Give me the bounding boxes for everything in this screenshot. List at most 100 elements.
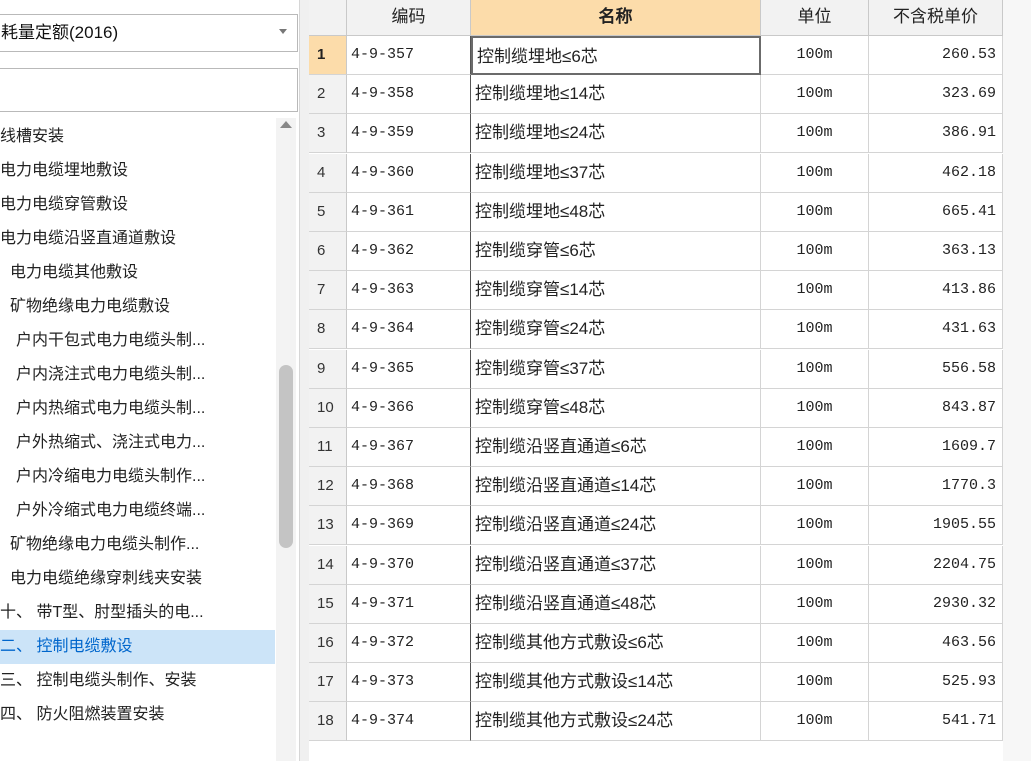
table-row[interactable]: 4 4-9-360 控制缆埋地≤37芯 100m 462.18 — [309, 153, 1031, 193]
cell-price[interactable]: 260.53 — [869, 36, 1003, 75]
table-row[interactable]: 10 4-9-366 控制缆穿管≤48芯 100m 843.87 — [309, 388, 1031, 428]
cell-name[interactable]: 控制缆其他方式敷设≤14芯 — [471, 663, 761, 703]
cell-unit[interactable]: 100m — [761, 349, 869, 389]
tree-item[interactable]: 二、 控制电缆敷设 — [0, 630, 275, 664]
cell-code[interactable]: 4-9-370 — [347, 545, 471, 585]
row-number[interactable]: 11 — [309, 428, 347, 467]
cell-code[interactable]: 4-9-369 — [347, 506, 471, 546]
header-price[interactable]: 不含税单价 — [869, 0, 1003, 36]
tree-item[interactable]: 户内热缩式电力电缆头制... — [0, 392, 275, 426]
table-row[interactable]: 5 4-9-361 控制缆埋地≤48芯 100m 665.41 — [309, 192, 1031, 232]
cell-unit[interactable]: 100m — [761, 36, 869, 75]
cell-code[interactable]: 4-9-367 — [347, 428, 471, 467]
row-number[interactable]: 13 — [309, 506, 347, 546]
cell-unit[interactable]: 100m — [761, 624, 869, 663]
table-row[interactable]: 17 4-9-373 控制缆其他方式敷设≤14芯 100m 525.93 — [309, 663, 1031, 703]
cell-price[interactable]: 1609.7 — [869, 428, 1003, 467]
cell-unit[interactable]: 100m — [761, 702, 869, 742]
header-code[interactable]: 编码 — [347, 0, 471, 36]
table-row[interactable]: 3 4-9-359 控制缆埋地≤24芯 100m 386.91 — [309, 114, 1031, 154]
cell-price[interactable]: 843.87 — [869, 388, 1003, 428]
cell-unit[interactable]: 100m — [761, 467, 869, 507]
cell-unit[interactable]: 100m — [761, 232, 869, 271]
row-number[interactable]: 2 — [309, 75, 347, 115]
tree-item[interactable]: 矿物绝缘电力电缆敷设 — [0, 290, 275, 324]
cell-code[interactable]: 4-9-362 — [347, 232, 471, 271]
scroll-up-arrow-icon[interactable] — [280, 121, 292, 128]
tree-item[interactable]: 三、 控制电缆头制作、安装 — [0, 664, 275, 698]
tree-item[interactable]: 电力电缆穿管敷设 — [0, 188, 275, 222]
row-number[interactable]: 7 — [309, 271, 347, 311]
cell-name[interactable]: 控制缆穿管≤14芯 — [471, 271, 761, 311]
cell-code[interactable]: 4-9-363 — [347, 271, 471, 311]
row-number[interactable]: 15 — [309, 584, 347, 624]
row-number[interactable]: 4 — [309, 153, 347, 193]
tree-item[interactable]: 四、 防火阻燃装置安装 — [0, 698, 275, 732]
cell-name[interactable]: 控制缆埋地≤48芯 — [471, 192, 761, 232]
cell-price[interactable]: 323.69 — [869, 75, 1003, 115]
cell-name[interactable]: 控制缆其他方式敷设≤6芯 — [471, 624, 761, 663]
cell-name[interactable]: 控制缆沿竖直通道≤6芯 — [471, 428, 761, 467]
tree-item[interactable]: 户外冷缩式电力电缆终端... — [0, 494, 275, 528]
tree-item[interactable]: 矿物绝缘电力电缆头制作... — [0, 528, 275, 562]
cell-price[interactable]: 463.56 — [869, 624, 1003, 663]
cell-unit[interactable]: 100m — [761, 114, 869, 154]
row-number[interactable]: 16 — [309, 624, 347, 663]
cell-code[interactable]: 4-9-364 — [347, 310, 471, 350]
cell-price[interactable]: 1905.55 — [869, 506, 1003, 546]
cell-code[interactable]: 4-9-358 — [347, 75, 471, 115]
cell-code[interactable]: 4-9-372 — [347, 624, 471, 663]
search-input[interactable] — [0, 68, 298, 112]
table-row[interactable]: 14 4-9-370 控制缆沿竖直通道≤37芯 100m 2204.75 — [309, 545, 1031, 585]
cell-name[interactable]: 控制缆沿竖直通道≤14芯 — [471, 467, 761, 507]
quota-library-select[interactable]: 耗量定额(2016) — [0, 14, 298, 52]
table-row[interactable]: 15 4-9-371 控制缆沿竖直通道≤48芯 100m 2930.32 — [309, 584, 1031, 624]
table-row[interactable]: 13 4-9-369 控制缆沿竖直通道≤24芯 100m 1905.55 — [309, 506, 1031, 546]
cell-unit[interactable]: 100m — [761, 388, 869, 428]
cell-code[interactable]: 4-9-374 — [347, 702, 471, 742]
cell-name[interactable]: 控制缆穿管≤48芯 — [471, 388, 761, 428]
table-row[interactable]: 16 4-9-372 控制缆其他方式敷设≤6芯 100m 463.56 — [309, 624, 1031, 663]
table-row[interactable]: 8 4-9-364 控制缆穿管≤24芯 100m 431.63 — [309, 310, 1031, 350]
cell-unit[interactable]: 100m — [761, 545, 869, 585]
cell-name[interactable]: 控制缆其他方式敷设≤24芯 — [471, 702, 761, 742]
cell-unit[interactable]: 100m — [761, 663, 869, 703]
tree-item[interactable]: 电力电缆沿竖直通道敷设 — [0, 222, 275, 256]
row-number[interactable]: 3 — [309, 114, 347, 154]
cell-price[interactable]: 2204.75 — [869, 545, 1003, 585]
cell-name[interactable]: 控制缆穿管≤6芯 — [471, 232, 761, 271]
table-row[interactable]: 6 4-9-362 控制缆穿管≤6芯 100m 363.13 — [309, 232, 1031, 271]
cell-code[interactable]: 4-9-373 — [347, 663, 471, 703]
tree-item[interactable]: 电力电缆其他敷设 — [0, 256, 275, 290]
cell-name[interactable]: 控制缆沿竖直通道≤24芯 — [471, 506, 761, 546]
row-number[interactable]: 8 — [309, 310, 347, 350]
row-number[interactable]: 17 — [309, 663, 347, 703]
tree-item[interactable]: 线槽安装 — [0, 120, 275, 154]
tree-item[interactable]: 户内冷缩电力电缆头制作... — [0, 460, 275, 494]
cell-price[interactable]: 665.41 — [869, 192, 1003, 232]
cell-code[interactable]: 4-9-365 — [347, 349, 471, 389]
cell-unit[interactable]: 100m — [761, 310, 869, 350]
cell-price[interactable]: 2930.32 — [869, 584, 1003, 624]
scrollbar-thumb[interactable] — [279, 365, 293, 548]
cell-code[interactable]: 4-9-360 — [347, 153, 471, 193]
cell-name[interactable]: 控制缆穿管≤24芯 — [471, 310, 761, 350]
cell-unit[interactable]: 100m — [761, 153, 869, 193]
cell-price[interactable]: 462.18 — [869, 153, 1003, 193]
cell-code[interactable]: 4-9-366 — [347, 388, 471, 428]
row-number[interactable]: 9 — [309, 349, 347, 389]
tree-item[interactable]: 户外热缩式、浇注式电力... — [0, 426, 275, 460]
cell-name[interactable]: 控制缆埋地≤24芯 — [471, 114, 761, 154]
cell-unit[interactable]: 100m — [761, 192, 869, 232]
cell-code[interactable]: 4-9-359 — [347, 114, 471, 154]
cell-unit[interactable]: 100m — [761, 506, 869, 546]
table-row[interactable]: 9 4-9-365 控制缆穿管≤37芯 100m 556.58 — [309, 349, 1031, 389]
cell-name[interactable]: 控制缆埋地≤37芯 — [471, 153, 761, 193]
header-rownum[interactable] — [309, 0, 347, 36]
cell-price[interactable]: 525.93 — [869, 663, 1003, 703]
table-row[interactable]: 12 4-9-368 控制缆沿竖直通道≤14芯 100m 1770.3 — [309, 467, 1031, 507]
tree-item[interactable]: 户内浇注式电力电缆头制... — [0, 358, 275, 392]
cell-price[interactable]: 363.13 — [869, 232, 1003, 271]
cell-price[interactable]: 413.86 — [869, 271, 1003, 311]
cell-unit[interactable]: 100m — [761, 271, 869, 311]
